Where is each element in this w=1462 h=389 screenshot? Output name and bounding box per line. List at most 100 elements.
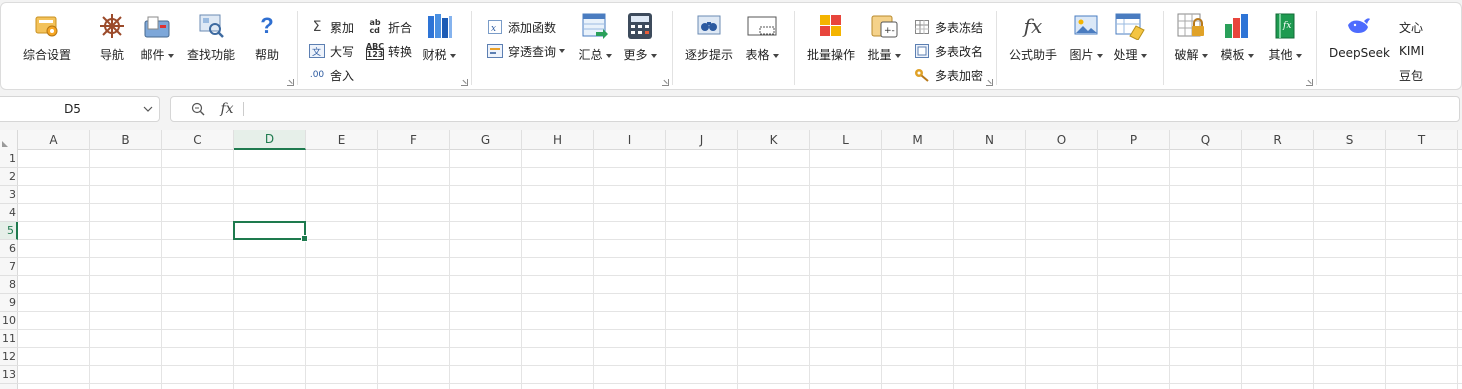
deepseek-button[interactable]: DeepSeek <box>1329 11 1390 60</box>
fx-button[interactable]: fx <box>213 101 241 117</box>
find-button[interactable]: 查找功能 <box>187 11 235 63</box>
row-header-13[interactable]: 13 <box>0 366 18 384</box>
convert-button[interactable]: ABC 123 转换 <box>365 41 412 61</box>
crack-button[interactable]: 破解 <box>1174 11 1208 63</box>
column-header-n[interactable]: N <box>954 130 1026 150</box>
freeze-sheets-button[interactable]: 多表冻结 <box>913 17 983 37</box>
chevron-down-icon <box>1096 53 1103 58</box>
column-header-i[interactable]: I <box>594 130 666 150</box>
question-icon: ? <box>260 13 274 38</box>
row-header-3[interactable]: 3 <box>0 186 18 204</box>
formula-assistant-button[interactable]: fx 公式助手 <box>1009 11 1057 63</box>
row-header-1[interactable]: 1 <box>0 150 18 168</box>
row-header-9[interactable]: 9 <box>0 294 18 312</box>
column-header-s[interactable]: S <box>1314 130 1386 150</box>
doubao-button[interactable]: 豆包 <box>1399 65 1423 85</box>
kimi-button[interactable]: KIMI <box>1399 41 1424 61</box>
round-button[interactable]: .00 舍入 <box>308 65 354 85</box>
group-launcher[interactable] <box>986 79 993 86</box>
row-header-2[interactable]: 2 <box>0 168 18 186</box>
select-all-corner[interactable] <box>0 130 18 150</box>
group-batch: 批量操作 +- 批量 多表冻结 多表改名 多表加密 <box>795 3 996 89</box>
drill-query-button[interactable]: 穿透查询 <box>486 41 566 61</box>
name-box[interactable]: D5 <box>0 96 160 122</box>
row-header-8[interactable]: 8 <box>0 276 18 294</box>
upper-button[interactable]: 文 大写 <box>308 41 354 61</box>
group-launcher[interactable] <box>287 79 294 86</box>
formula-input[interactable] <box>244 97 1459 121</box>
settings-icon <box>30 11 64 41</box>
step-hint-button[interactable]: 逐步提示 <box>685 11 733 63</box>
settings-label: 综合设置 <box>23 48 72 62</box>
spreadsheet-grid: ABCDEFGHIJKLMNOPQRST 1 2 3 4 5 6 7 8 9 10 11 12 13 <box>0 130 1462 389</box>
cell-area[interactable] <box>18 150 1462 389</box>
process-button[interactable]: 处理 <box>1113 11 1147 63</box>
column-header-j[interactable]: J <box>666 130 738 150</box>
column-header-h[interactable]: H <box>522 130 594 150</box>
summary-button[interactable]: 汇总 <box>578 11 612 63</box>
chevron-down-icon[interactable] <box>137 106 159 112</box>
column-header-r[interactable]: R <box>1242 130 1314 150</box>
add-function-button[interactable]: x 添加函数 <box>486 17 556 37</box>
column-header-b[interactable]: B <box>90 130 162 150</box>
rename-icon <box>913 42 931 60</box>
nav-button[interactable]: 导航 <box>95 11 129 63</box>
template-button[interactable]: 模板 <box>1220 11 1254 63</box>
column-header-t[interactable]: T <box>1386 130 1458 150</box>
mail-button[interactable]: 邮件 <box>140 11 174 63</box>
column-header-q[interactable]: Q <box>1170 130 1242 150</box>
encrypt-sheets-button[interactable]: 多表加密 <box>913 65 983 85</box>
help-button[interactable]: ? 帮助 <box>250 11 284 63</box>
summary-sheet-icon <box>578 11 612 41</box>
group-launcher[interactable] <box>662 79 669 86</box>
group-function: x 添加函数 穿透查询 汇总 更多 <box>472 3 672 89</box>
more-button[interactable]: 更多 <box>623 11 657 63</box>
fold-button[interactable]: ab cd 折合 <box>366 17 412 37</box>
column-header-k[interactable]: K <box>738 130 810 150</box>
column-header-o[interactable]: O <box>1026 130 1098 150</box>
finance-button[interactable]: 财税 <box>422 11 456 63</box>
sum-button[interactable]: Σ 累加 <box>308 17 354 37</box>
image-icon <box>1069 11 1103 41</box>
selected-cell[interactable] <box>233 221 308 242</box>
settings-button[interactable]: 综合设置 <box>23 11 71 63</box>
column-header-d[interactable]: D <box>234 130 306 150</box>
zoom-icon[interactable] <box>183 102 213 116</box>
batch-label: 批量 <box>867 48 892 62</box>
row-header-6[interactable]: 6 <box>0 240 18 258</box>
fold-label: 折合 <box>388 20 413 35</box>
sigma-icon: Σ <box>312 19 322 35</box>
row-header-10[interactable]: 10 <box>0 312 18 330</box>
row-header-11[interactable]: 11 <box>0 330 18 348</box>
column-header-l[interactable]: L <box>810 130 882 150</box>
column-header-a[interactable]: A <box>18 130 90 150</box>
row-header-12[interactable]: 12 <box>0 348 18 366</box>
group-launcher[interactable] <box>461 79 468 86</box>
row-header-7[interactable]: 7 <box>0 258 18 276</box>
rename-sheets-button[interactable]: 多表改名 <box>913 41 983 61</box>
column-header-f[interactable]: F <box>378 130 450 150</box>
svg-text:文: 文 <box>312 46 321 58</box>
column-header-p[interactable]: P <box>1098 130 1170 150</box>
column-header-e[interactable]: E <box>306 130 378 150</box>
rename-sheets-label: 多表改名 <box>935 44 984 59</box>
column-header-c[interactable]: C <box>162 130 234 150</box>
chevron-down-icon <box>1247 53 1254 58</box>
column-header-g[interactable]: G <box>450 130 522 150</box>
picture-button[interactable]: 图片 <box>1069 11 1103 63</box>
table-button[interactable]: 表格 <box>745 11 779 63</box>
round-icon: .00 <box>309 70 325 80</box>
row-header-5[interactable]: 5 <box>0 222 18 240</box>
batch-operation-button[interactable]: 批量操作 <box>807 11 855 63</box>
find-label: 查找功能 <box>187 48 236 62</box>
batch-button[interactable]: +- 批量 <box>867 11 901 63</box>
chevron-down-icon <box>1295 53 1302 58</box>
group-ai: DeepSeek 文心 KIMI 豆包 <box>1317 3 1462 89</box>
wenxin-button[interactable]: 文心 <box>1399 17 1423 37</box>
uppercase-icon: 文 <box>308 42 326 60</box>
group-launcher[interactable] <box>1306 79 1313 86</box>
row-header-4[interactable]: 4 <box>0 204 18 222</box>
column-header-m[interactable]: M <box>882 130 954 150</box>
other-button[interactable]: fx 其他 <box>1268 11 1302 63</box>
svg-text:+-: +- <box>884 26 895 36</box>
